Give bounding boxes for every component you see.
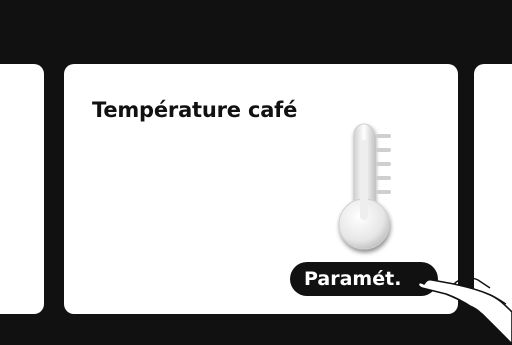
previous-panel[interactable] [0,64,44,314]
main-panel: Température café Paramét. [64,64,458,314]
thermometer-icon [338,123,391,250]
panel-title: Température café [92,98,298,122]
hand-pointer-icon [417,277,512,345]
